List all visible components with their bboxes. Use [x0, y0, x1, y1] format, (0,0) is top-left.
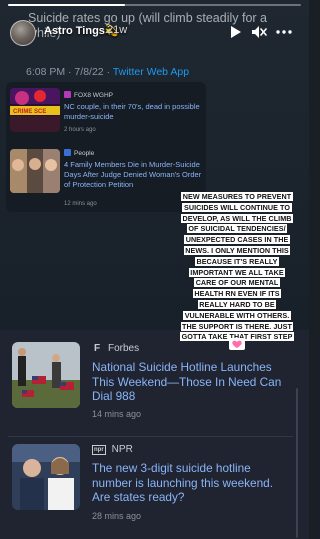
- news-source: F Forbes: [92, 343, 139, 354]
- story-time: 21w: [107, 24, 128, 36]
- news-headline[interactable]: The new 3-digit suicide hotline number i…: [92, 461, 288, 505]
- play-button[interactable]: [226, 22, 246, 42]
- forbes-logo-icon: F: [93, 343, 101, 354]
- divider: [8, 436, 293, 437]
- news-source: FOX8 WGHP: [64, 91, 113, 99]
- news-age: 2 hours ago: [64, 127, 96, 133]
- news-thumbnail: [12, 444, 80, 510]
- avatar[interactable]: [10, 20, 36, 46]
- mute-button[interactable]: [249, 22, 269, 42]
- news-source: npr NPR: [92, 444, 133, 455]
- news-age: 28 mins ago: [92, 511, 142, 521]
- sticker-line: OF SUICIDAL TENDENCIES/: [186, 224, 288, 234]
- family-photo-image: [10, 149, 60, 193]
- svg-text:CRIME SCE: CRIME SCE: [13, 109, 46, 115]
- sticker-line: UNEXPECTED CASES IN THE: [184, 235, 290, 245]
- news-source-label: Forbes: [108, 343, 140, 354]
- sticker-line: NEWS. I ONLY MENTION THIS: [183, 245, 291, 255]
- more-icon: [276, 30, 292, 34]
- news-source-label: NPR: [111, 444, 133, 455]
- police-lights-image: CRIME SCE: [10, 88, 60, 132]
- more-options-button[interactable]: [274, 22, 294, 42]
- news-headline[interactable]: 4 Family Members Die in Murder-Suicide D…: [64, 160, 206, 190]
- sticker-line: THE SUPPORT IS THERE. JUST: [180, 321, 294, 331]
- news-headline[interactable]: National Suicide Hotline Launches This W…: [92, 360, 288, 404]
- sticker-line: IMPORTANT WE ALL TAKE: [188, 267, 286, 277]
- source-logo-icon: [64, 91, 71, 98]
- sticker-line: VULNERABLE WITH OTHERS.: [183, 310, 291, 320]
- heart-icon: [229, 338, 245, 350]
- story-text-sticker: NEW MEASURES TO PREVENT SUICIDES WILL CON…: [173, 192, 301, 343]
- scrollbar[interactable]: [296, 388, 298, 538]
- news-item[interactable]: CRIME SCE FOX8 WGHP NC couple, in their …: [6, 86, 206, 138]
- flags-crowd-image: [12, 342, 80, 408]
- news-thumbnail: [12, 342, 80, 408]
- news-age: 14 mins ago: [92, 409, 142, 419]
- sticker-line: NEW MEASURES TO PREVENT: [181, 192, 293, 201]
- news-headline[interactable]: NC couple, in their 70's, dead in possib…: [64, 102, 206, 122]
- news-thumbnail: [10, 149, 60, 193]
- story-progress-bar: [8, 4, 301, 6]
- news-age: 12 mins ago: [64, 201, 97, 207]
- news-source-label: FOX8 WGHP: [74, 92, 114, 99]
- news-thumbnail: CRIME SCE: [10, 88, 60, 132]
- tweet-source-link[interactable]: Twitter Web App: [113, 66, 189, 78]
- sticker-line: DEVELOP, AS WILL THE CLIMB: [181, 213, 293, 223]
- source-logo-icon: [64, 149, 71, 156]
- sticker-line: HEALTH RN EVEN IF ITS: [192, 289, 282, 299]
- news-source: People: [64, 149, 94, 157]
- news-source-label: People: [74, 150, 95, 157]
- story-progress-fill: [8, 4, 126, 6]
- mute-icon: [252, 26, 267, 38]
- sticker-line: REALLY HARD TO BE: [197, 299, 277, 309]
- tweet-timestamp: 6:08 PM · 7/8/22 · Twitter Web App: [26, 66, 189, 78]
- play-icon: [231, 26, 241, 38]
- npr-logo-icon: npr: [92, 444, 106, 455]
- sticker-line: BECAUSE IT'S REALLY: [194, 256, 280, 266]
- tweet-time: 6:08 PM · 7/8/22 ·: [26, 66, 113, 78]
- speakers-image: [12, 444, 80, 510]
- sticker-line: CARE OF OUR MENTAL: [194, 278, 280, 288]
- sticker-line: SUICIDES WILL CONTINUE TO: [182, 202, 292, 212]
